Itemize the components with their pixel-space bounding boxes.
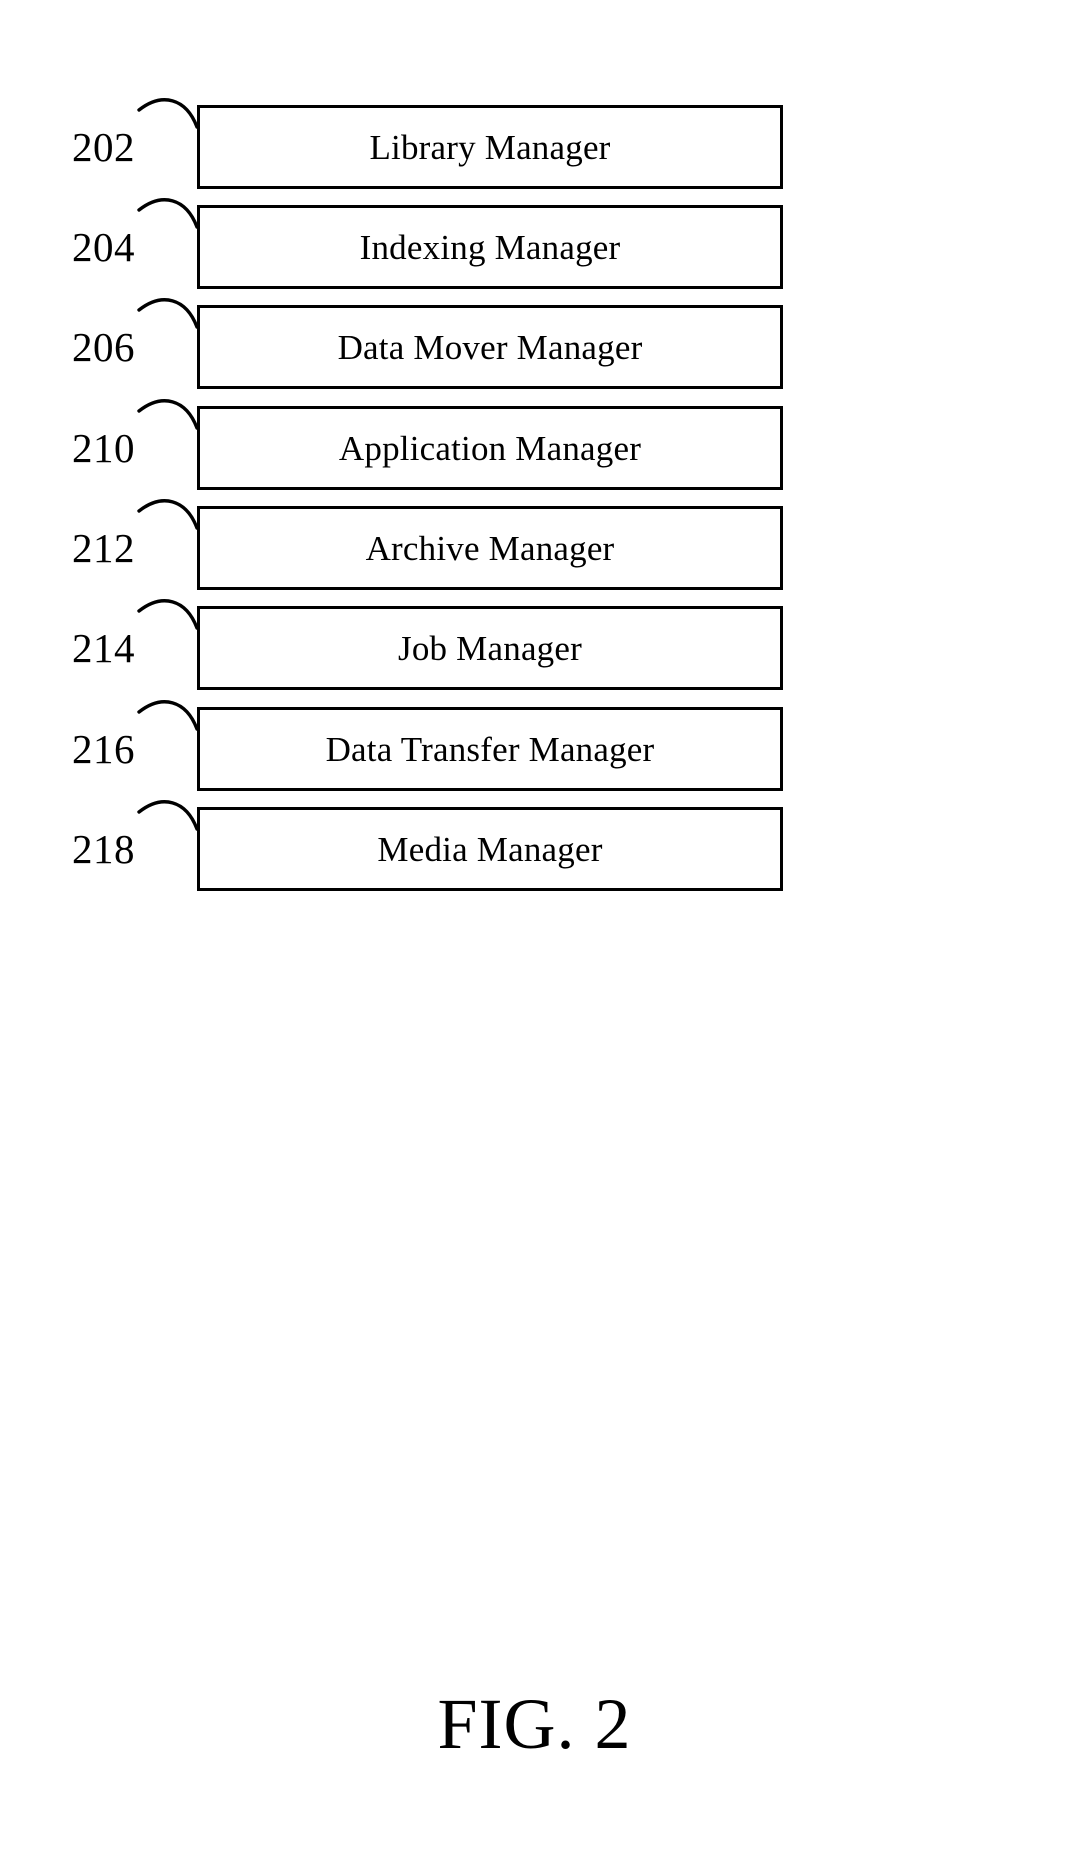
diagram-row: 218 Media Manager <box>0 807 1069 907</box>
block-indexing-manager[interactable]: Indexing Manager <box>197 205 783 289</box>
block-library-manager[interactable]: Library Manager <box>197 105 783 189</box>
block-label: Data Mover Manager <box>337 327 643 367</box>
block-application-manager[interactable]: Application Manager <box>197 406 783 490</box>
block-media-manager[interactable]: Media Manager <box>197 807 783 891</box>
block-data-transfer-manager[interactable]: Data Transfer Manager <box>197 707 783 791</box>
reference-numeral-214: 214 <box>72 625 135 671</box>
diagram-row: 210 Application Manager <box>0 406 1069 506</box>
reference-numeral-206: 206 <box>72 324 135 370</box>
figure-caption: FIG. 2 <box>437 1684 632 1764</box>
diagram-row: 206 Data Mover Manager <box>0 305 1069 405</box>
diagram-row: 212 Archive Manager <box>0 506 1069 606</box>
block-data-mover-manager[interactable]: Data Mover Manager <box>197 305 783 389</box>
reference-numeral-218: 218 <box>72 826 135 872</box>
block-label: Indexing Manager <box>359 227 621 267</box>
reference-numeral-210: 210 <box>72 425 135 471</box>
block-label: Archive Manager <box>365 528 615 568</box>
reference-numeral-202: 202 <box>72 124 135 170</box>
block-label: Media Manager <box>377 829 603 869</box>
block-diagram: 202 Library Manager 204 Indexing Manager… <box>0 0 1069 960</box>
reference-numeral-212: 212 <box>72 525 135 571</box>
diagram-row: 216 Data Transfer Manager <box>0 707 1069 807</box>
block-label: Application Manager <box>338 428 642 468</box>
reference-numeral-216: 216 <box>72 726 135 772</box>
block-label: Data Transfer Manager <box>325 729 655 769</box>
block-label: Library Manager <box>369 127 611 167</box>
patent-figure-page: 202 Library Manager 204 Indexing Manager… <box>0 0 1069 1864</box>
block-label: Job Manager <box>398 628 582 668</box>
block-job-manager[interactable]: Job Manager <box>197 606 783 690</box>
diagram-row: 204 Indexing Manager <box>0 205 1069 305</box>
diagram-row: 214 Job Manager <box>0 606 1069 706</box>
block-archive-manager[interactable]: Archive Manager <box>197 506 783 590</box>
diagram-row: 202 Library Manager <box>0 105 1069 205</box>
reference-numeral-204: 204 <box>72 224 135 270</box>
